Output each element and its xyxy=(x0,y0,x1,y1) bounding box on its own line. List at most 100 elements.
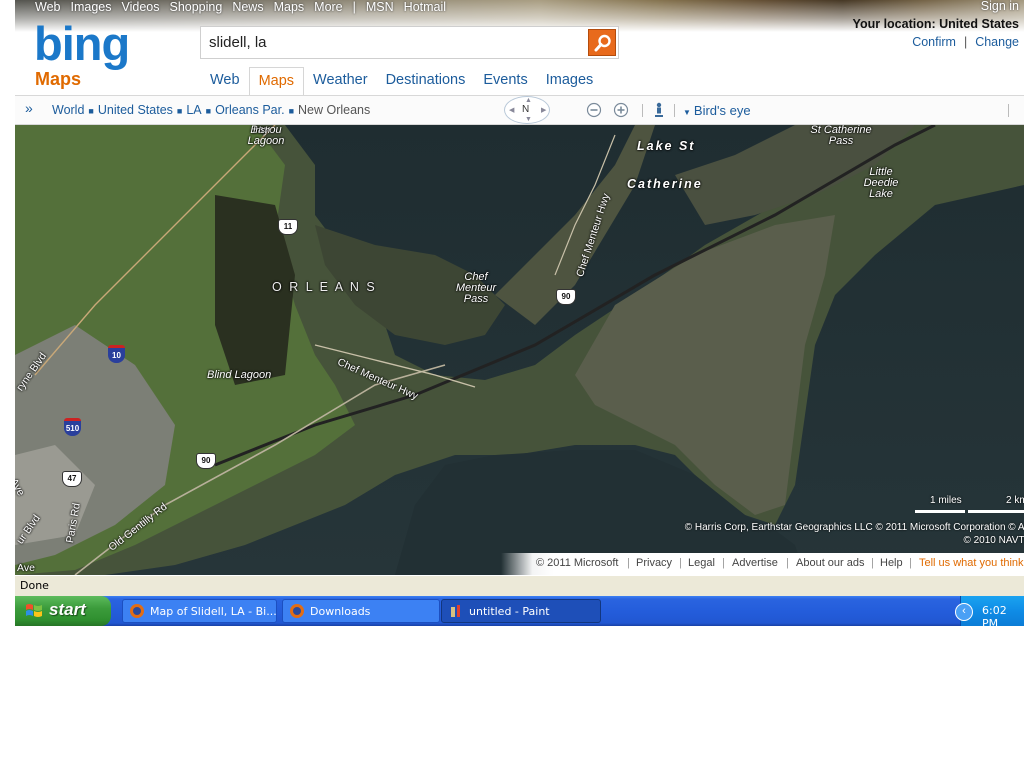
topnav-images[interactable]: Images xyxy=(70,0,111,14)
top-navigation: Web Images Videos Shopping News Maps Mor… xyxy=(35,0,456,15)
expand-panel-button[interactable]: » xyxy=(25,100,33,116)
imagery-credits-navteq: © 2010 NAVTEQ xyxy=(963,535,1024,546)
map-label-catherine: Catherine xyxy=(627,177,703,191)
zoom-out-icon[interactable] xyxy=(586,102,602,118)
taskbar-item-downloads[interactable]: Downloads xyxy=(282,599,440,623)
footer-separator: | xyxy=(722,557,725,569)
breadcrumb-la[interactable]: LA xyxy=(186,103,201,119)
privacy-link[interactable]: Privacy xyxy=(636,557,672,569)
confirm-location-link[interactable]: Confirm xyxy=(912,35,956,49)
tab-web[interactable]: Web xyxy=(201,67,249,95)
route-11-shield-icon: 11 xyxy=(278,219,298,235)
about-ads-link[interactable]: About our ads xyxy=(796,557,865,569)
topnav-videos[interactable]: Videos xyxy=(121,0,159,14)
tab-maps[interactable]: Maps xyxy=(248,67,305,95)
map-label-ave-bottom: Ave xyxy=(17,562,35,574)
search-input[interactable] xyxy=(209,27,579,58)
toolbar-divider xyxy=(642,104,643,117)
search-button[interactable] xyxy=(588,29,616,56)
scale-line-km xyxy=(968,510,1024,513)
maps-section-title: Maps xyxy=(35,69,82,89)
scale-miles: 1 miles xyxy=(930,495,962,506)
pan-right-icon[interactable]: ▶ xyxy=(541,106,546,114)
bing-logo[interactable]: bing xyxy=(34,20,130,67)
advertise-link[interactable]: Advertise xyxy=(732,557,778,569)
aerial-map[interactable]: Lake St Catherine St Catherine Pass Litt… xyxy=(15,125,1024,575)
pan-left-icon[interactable]: ◀ xyxy=(509,106,514,114)
breadcrumb: World ■ United States ■ LA ■ Orleans Par. ■ … xyxy=(52,103,370,119)
browser-screen: Web Images Videos Shopping News Maps Mor… xyxy=(15,0,1024,626)
breadcrumb-separator: ■ xyxy=(205,106,212,116)
map-label-blind-lagoon: Blind Lagoon xyxy=(207,369,272,381)
map-label-lake-st: Lake St xyxy=(637,139,696,153)
pan-down-icon[interactable]: ▼ xyxy=(525,116,532,123)
breadcrumb-new-orleans: New Orleans xyxy=(298,103,371,117)
taskbar-item-label: Downloads xyxy=(310,605,371,618)
birds-eye-dropdown[interactable]: ▼ Bird's eye xyxy=(683,103,751,118)
show-hidden-icons-chevron-icon[interactable]: ‹ xyxy=(955,603,973,621)
topnav-more[interactable]: More xyxy=(314,0,342,14)
imagery-credits: © Harris Corp, Earthstar Geographics LLC… xyxy=(684,522,1024,533)
tab-events[interactable]: Events xyxy=(474,67,536,95)
clock[interactable]: 6:02 PM xyxy=(982,604,1024,626)
change-location-link[interactable]: Change xyxy=(975,35,1019,49)
windows-flag-icon xyxy=(26,604,42,617)
location-separator: | xyxy=(963,35,968,49)
breadcrumb-united-states[interactable]: United States xyxy=(98,103,173,119)
map-label-little-deedie-lake: Little Deedie Lake xyxy=(863,166,899,200)
topnav-separator: | xyxy=(352,0,356,14)
topnav-shopping[interactable]: Shopping xyxy=(169,0,222,14)
compass-north-label: N xyxy=(522,104,530,115)
route-47-shield-icon: 47 xyxy=(62,471,82,487)
footer-separator: | xyxy=(909,557,912,569)
sign-in-link[interactable]: Sign in xyxy=(981,0,1019,13)
taskbar-item-label: untitled - Paint xyxy=(469,605,550,618)
interstate-10-shield-icon: 10 xyxy=(108,345,125,363)
streetside-pegman-icon[interactable] xyxy=(651,102,667,118)
interstate-510-shield-icon: 510 xyxy=(64,418,81,436)
location-text: Your location: United States xyxy=(852,17,1019,31)
topnav-news[interactable]: News xyxy=(232,0,263,14)
dropdown-caret-icon: ▼ xyxy=(683,108,691,117)
taskbar-item-bing-maps[interactable]: Map of Slidell, LA - Bi... xyxy=(122,599,277,623)
help-link[interactable]: Help xyxy=(880,557,903,569)
breadcrumb-world[interactable]: World xyxy=(52,103,84,119)
topnav-maps[interactable]: Maps xyxy=(274,0,305,14)
breadcrumb-separator: ■ xyxy=(88,106,94,116)
route-90-shield-icon: 90 xyxy=(196,453,216,469)
topnav-web[interactable]: Web xyxy=(35,0,60,14)
map-label-irish: Irish xyxy=(253,125,271,135)
footer-separator: | xyxy=(786,557,789,569)
scale-line-miles xyxy=(915,510,965,513)
system-tray: ‹ 6:02 PM xyxy=(955,596,1024,626)
compass-control[interactable]: ▲ ◀ N ▶ ▼ xyxy=(504,96,550,124)
tab-destinations[interactable]: Destinations xyxy=(377,67,475,95)
map-label-st-catherine-pass: St Catherine Pass xyxy=(810,125,872,147)
legal-link[interactable]: Legal xyxy=(688,557,715,569)
birds-eye-label: Bird's eye xyxy=(693,103,751,118)
pan-up-icon[interactable]: ▲ xyxy=(525,97,532,104)
start-button[interactable]: start xyxy=(15,596,111,626)
zoom-in-icon[interactable] xyxy=(613,102,629,118)
breadcrumb-orleans-parish[interactable]: Orleans Par. xyxy=(215,103,284,119)
taskbar-item-paint[interactable]: untitled - Paint xyxy=(441,599,601,623)
tab-images[interactable]: Images xyxy=(537,67,603,95)
toolbar-divider xyxy=(1008,104,1009,117)
scale-km: 2 km xyxy=(1006,495,1024,506)
map-label-orleans: O R L E A N S xyxy=(272,280,377,294)
map-scale-bar: 1 miles 2 km xyxy=(915,495,1024,515)
firefox-icon xyxy=(130,604,144,618)
location-links: Confirm | Change xyxy=(912,35,1019,49)
topnav-hotmail[interactable]: Hotmail xyxy=(404,0,446,14)
topnav-msn[interactable]: MSN xyxy=(366,0,394,14)
copyright-text: © 2011 Microsoft xyxy=(536,557,619,569)
feedback-link[interactable]: Tell us what you think xyxy=(919,557,1024,569)
tab-weather[interactable]: Weather xyxy=(304,67,377,95)
footer-separator: | xyxy=(679,557,682,569)
status-text: Done xyxy=(20,579,49,592)
footer-separator: | xyxy=(871,557,874,569)
toolbar-divider xyxy=(674,104,675,117)
firefox-icon xyxy=(290,604,304,618)
bing-header: Web Images Videos Shopping News Maps Mor… xyxy=(15,0,1024,95)
search-icon xyxy=(594,34,611,52)
